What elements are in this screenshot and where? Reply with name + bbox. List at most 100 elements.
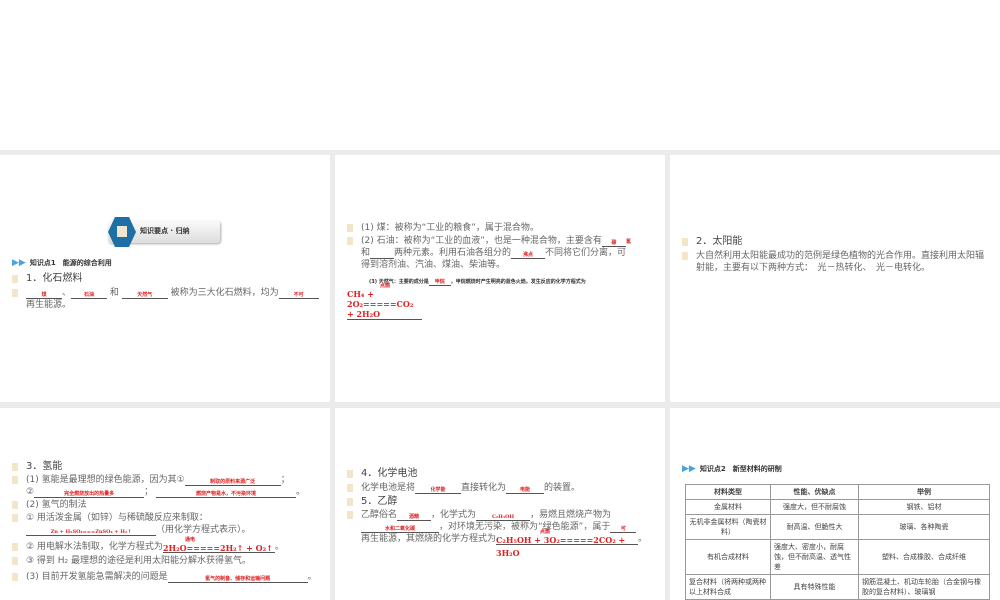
text: 甲烷 (434, 279, 445, 285)
text: 材料类型 (685, 484, 771, 500)
text: (2) 石油：被称为“工业的血液”，也是一种混合物，主要含有 (361, 236, 602, 246)
text: 氢气的制备、储存和运输问题 (205, 576, 271, 582)
gas-text: (3) 天然气：主要的成分是 甲烷 ，甲烷燃烧时产生明亮的蓝色火焰，发生反应的化学方… (347, 278, 662, 286)
battery-text: 化学电池是将 化学能 直接转化为 电能 的装置。 (347, 482, 661, 494)
text: (1) 煤：被称为“工业的粮食”，属于混合物。 (361, 223, 539, 233)
text: ，化学式为 (431, 510, 477, 520)
solar-method: ③ 得到 H₂ 最理想的途径是利用太阳能分解水获得氢气。 (12, 555, 326, 567)
text: 和 (361, 248, 371, 258)
text: 。 (295, 487, 305, 497)
text: 的装置。 (544, 483, 581, 493)
table-row: 有机合成材料 强度大、密度小，耐腐蚀，但不耐高温、透气性差 塑料、合成橡胶、合成纤维 (685, 539, 990, 575)
condition-label: 点燃 (380, 283, 391, 289)
hydrogen-reasons: (1) 氢能是最理想的绿色能源，因为其① 制取的原料来源广泛 ； ② 完全燃烧放出的热量… (12, 474, 326, 498)
text: 燃烧产物是水，不污染环境 (195, 491, 256, 497)
text: 强度大、密度小，耐腐蚀，但不耐高温、透气性差 (770, 539, 859, 575)
text: 石油 (84, 292, 95, 298)
text: 5．乙醇 (361, 496, 398, 507)
text: ② 用电解水法制取，化学方程式为 (26, 542, 163, 552)
heading-hydrogen: 3．氢能 (12, 461, 63, 473)
slide-hydrogen[interactable]: 3．氢能 (1) 氢能是最理想的绿色能源，因为其① 制取的原料来源广泛 ； ② 完全燃烧… (0, 408, 330, 600)
text: 强度大，但不耐腐蚀 (770, 499, 859, 515)
text: 耐高温、但脆性大 (770, 514, 859, 540)
text: 钢筋混凝土、机动车轮胎（合金钢与橡胶的复合材料）、玻璃钢 (858, 574, 990, 600)
text: 2H₂O=====2H₂↑ + O₂↑ (162, 543, 273, 553)
text: (3) 目前开发氢能急需解决的问题是 (26, 572, 168, 582)
text: 电能 (520, 487, 531, 493)
text: （用化学方程式表示）。 (156, 525, 251, 535)
text: C₂H₅OH + 3O₂=====2CO₂ + 3H₂O (496, 535, 626, 558)
text: 制取的原料来源广泛 (210, 479, 256, 485)
text: CH₄ + 2O₂=====CO₂ + 2H₂O (347, 289, 414, 319)
coal-text: (1) 煤：被称为“工业的粮食”，属于混合物。 (347, 222, 661, 234)
solar-text: 大自然利用太阳能最成功的范例是绿色植物的光合作用。直接利用太阳辐射能，主要有以下… (682, 250, 986, 274)
text: 被称为三大化石燃料，均为 (170, 288, 279, 298)
text: 化学能 (430, 487, 446, 493)
kp-title: 知识点1 能源的综合利用 (29, 259, 112, 267)
text: 再生能源，其燃烧的化学方程式为 (361, 534, 497, 544)
text: C₂H₅OH (491, 514, 515, 520)
text: 煤 (41, 292, 47, 298)
slide-new-materials[interactable]: ▶▶ 知识点2 新型材料的研制 材料类型 性能、优缺点 举例 金属材料 强度大，但不耐腐… (670, 408, 1000, 600)
text: 水和二氧化碳 (384, 526, 415, 532)
text: 不可 (293, 292, 304, 298)
slide-battery-ethanol[interactable]: 4．化学电池 化学电池是将 化学能 直接转化为 电能 的装置。 5．乙醇 乙醇俗名 酒精 ，… (335, 408, 665, 600)
text: 沸点 (523, 252, 534, 258)
text: 酒精 (409, 514, 420, 520)
text: 举例 (858, 484, 990, 500)
text: 两种元素。利用石油各组分的 (394, 248, 512, 258)
text: 不同将它们分离，可 (545, 248, 627, 258)
text: 钢铁、铝材 (858, 499, 990, 515)
text: ； (144, 487, 154, 497)
oil-text: (2) 石油：被称为“工业的血液”，也是一种混合物，主要含有 碳 氢和 两种元素。利用… (347, 235, 661, 271)
table-row: 金属材料 强度大，但不耐腐蚀 钢铁、铝材 (685, 499, 990, 515)
text: 通电 (184, 537, 195, 543)
text: 1．化石燃料 (26, 273, 83, 284)
text: 塑料、合成橡胶、合成纤维 (858, 539, 990, 575)
text: 、 (62, 288, 72, 298)
knowledge-point-2: ▶▶ 知识点2 新型材料的研制 (682, 464, 782, 474)
text: 3．氢能 (26, 461, 63, 472)
text: 和 (109, 288, 119, 298)
electrolysis-method: ② 用电解水法制取，化学方程式为2H₂O=====2H₂↑ + O₂↑ 通电。 (12, 537, 326, 553)
text: 碳 (611, 240, 617, 246)
text: 大自然利用太阳能最成功的范例是绿色植物的光合作用。直接利用太阳辐射能，主要有以下… (696, 251, 985, 273)
text: 金属材料 (685, 499, 771, 515)
double-arrow-icon: ▶▶ (682, 464, 696, 474)
text: (3) 天然气：主要的成分是 (369, 279, 429, 285)
text: 直接转化为 (461, 483, 507, 493)
text: ① 用活泼金属（如锌）与稀硫酸反应来制取： (26, 513, 208, 523)
text: 具有特殊性能 (770, 574, 859, 600)
slide-fossil-fuels[interactable]: 知识要点 · 归纳 ▶▶ 知识点1 能源的综合利用 1．化石燃料 煤 、 石油 和 天… (0, 155, 330, 402)
text: 2．太阳能 (696, 236, 743, 247)
knowledge-point-1: ▶▶ 知识点1 能源的综合利用 (12, 258, 112, 268)
double-arrow-icon: ▶▶ (12, 258, 26, 268)
text: (1) 氢能是最理想的绿色能源，因为其① (26, 475, 185, 485)
text: 完全燃烧放出的热量多 (64, 491, 115, 497)
text: 得到溶剂油、汽油、煤油、柴油等。 (361, 260, 506, 270)
ethanol-text: 乙醇俗名 酒精 ，化学式为 C₂H₅OH ，易燃且燃烧产物为 水和二氧化碳 ，对环境无污染，… (347, 509, 661, 558)
heading-ethanol: 5．乙醇 (347, 496, 398, 508)
text: ，对环境无污染，被称为“绿色能源”，属于 (439, 522, 611, 532)
text: 有机合成材料 (685, 539, 771, 575)
table-header-row: 材料类型 性能、优缺点 举例 (685, 484, 990, 500)
text: ，甲烷燃烧时产生明亮的蓝色火焰，发生反应的化学方程式为 (450, 279, 586, 285)
text: 玻璃、各种陶瓷 (858, 514, 990, 540)
slide-coal-oil-gas[interactable]: (1) 煤：被称为“工业的粮食”，属于混合物。 (2) 石油：被称为“工业的血液… (335, 155, 665, 402)
text: 复合材料（将两种或两种以上材料合成 (685, 574, 771, 600)
text: 点燃 (540, 529, 551, 535)
heading-battery: 4．化学电池 (347, 468, 418, 480)
banner-title: 知识要点 · 归纳 (140, 227, 190, 235)
text: 再生能源。 (26, 300, 72, 310)
text: 性能、优缺点 (770, 484, 859, 500)
table-row: 复合材料（将两种或两种以上材料合成 具有特殊性能 钢筋混凝土、机动车轮胎（合金钢与橡… (685, 574, 990, 600)
slide-solar-energy[interactable]: 2．太阳能 大自然利用太阳能最成功的范例是绿色植物的光合作用。直接利用太阳辐射能… (670, 155, 1000, 402)
heading-fossil-fuels: 1．化石燃料 (12, 273, 83, 285)
text: 天然气 (137, 292, 153, 298)
text: 4．化学电池 (361, 468, 418, 479)
text: 乙醇俗名 (361, 510, 398, 520)
zinc-method: ① 用活泼金属（如锌）与稀硫酸反应来制取： Zn + H₂SO₄===ZnSO₄ … (12, 512, 326, 536)
text: ； (280, 475, 290, 485)
text: (2) 氢气的制法 (26, 500, 87, 510)
methane-equation: CH₄ + 2O₂=====CO₂ + 2H₂O (347, 289, 422, 320)
